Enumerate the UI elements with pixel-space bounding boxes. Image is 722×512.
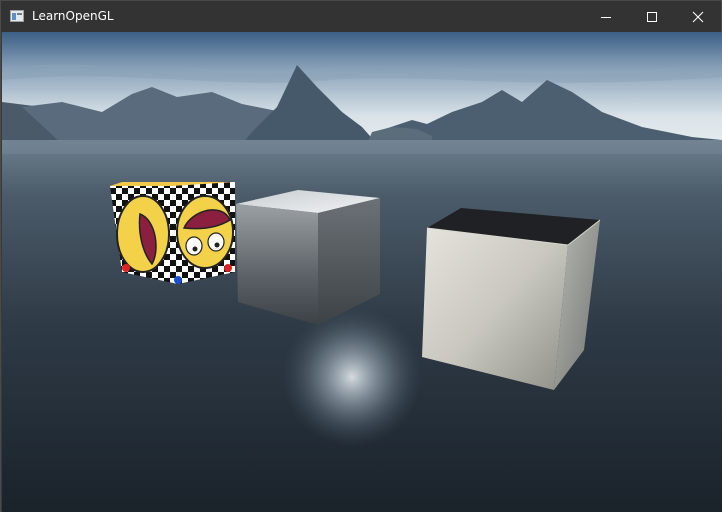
- refractive-glass-cube: [422, 208, 601, 390]
- opengl-viewport[interactable]: [2, 32, 722, 512]
- minimize-button[interactable]: [583, 1, 629, 32]
- app-window-icon: [10, 10, 24, 22]
- minimize-icon: [601, 16, 611, 18]
- rendered-scene: [2, 32, 722, 512]
- window-title: LearnOpenGL: [32, 9, 114, 23]
- close-button[interactable]: [675, 1, 721, 32]
- close-icon: [692, 11, 704, 22]
- maximize-button[interactable]: [629, 1, 675, 32]
- textured-smiley-cube: [110, 182, 235, 284]
- title-bar[interactable]: LearnOpenGL: [1, 1, 721, 32]
- reflective-cube: [236, 190, 380, 325]
- maximize-icon: [647, 11, 657, 22]
- app-window: LearnOpenGL: [0, 0, 722, 512]
- sun-reflection: [282, 307, 422, 447]
